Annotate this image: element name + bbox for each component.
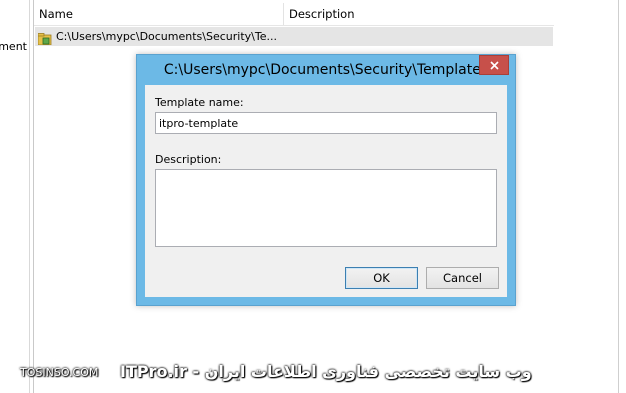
description-field[interactable] xyxy=(155,169,497,247)
close-icon xyxy=(490,61,499,70)
cancel-button[interactable]: Cancel xyxy=(426,267,499,289)
pane-divider xyxy=(618,0,619,393)
dialog-title: C:\Users\mypc\Documents\Security\Templat… xyxy=(163,62,489,78)
column-header-name[interactable]: Name xyxy=(34,3,284,25)
list-item-name: C:\Users\mypc\Documents\Security\Te... xyxy=(56,30,277,43)
template-name-label: Template name: xyxy=(155,96,244,109)
left-pane-item-label[interactable]: ment xyxy=(0,40,27,53)
left-pane: ment xyxy=(0,0,30,393)
list-item[interactable]: C:\Users\mypc\Documents\Security\Te... xyxy=(35,27,553,46)
list-header: Name Description xyxy=(34,3,554,26)
dialog-body: Template name: Description: OK Cancel xyxy=(145,85,507,297)
security-template-icon xyxy=(37,30,52,46)
ok-button[interactable]: OK xyxy=(345,267,418,289)
close-button[interactable] xyxy=(479,55,509,75)
template-name-field[interactable] xyxy=(155,112,497,134)
watermark-right-text: ITPro.ir - وب سایت تخصصی فناوری اطلاعات … xyxy=(120,362,532,381)
description-label: Description: xyxy=(155,153,222,166)
watermark: TOSINSO.COM ITPro.ir - وب سایت تخصصی فنا… xyxy=(20,360,532,386)
watermark-left-text: TOSINSO.COM xyxy=(20,366,99,379)
column-header-description[interactable]: Description xyxy=(284,3,554,25)
template-dialog: C:\Users\mypc\Documents\Security\Templat… xyxy=(136,54,516,306)
